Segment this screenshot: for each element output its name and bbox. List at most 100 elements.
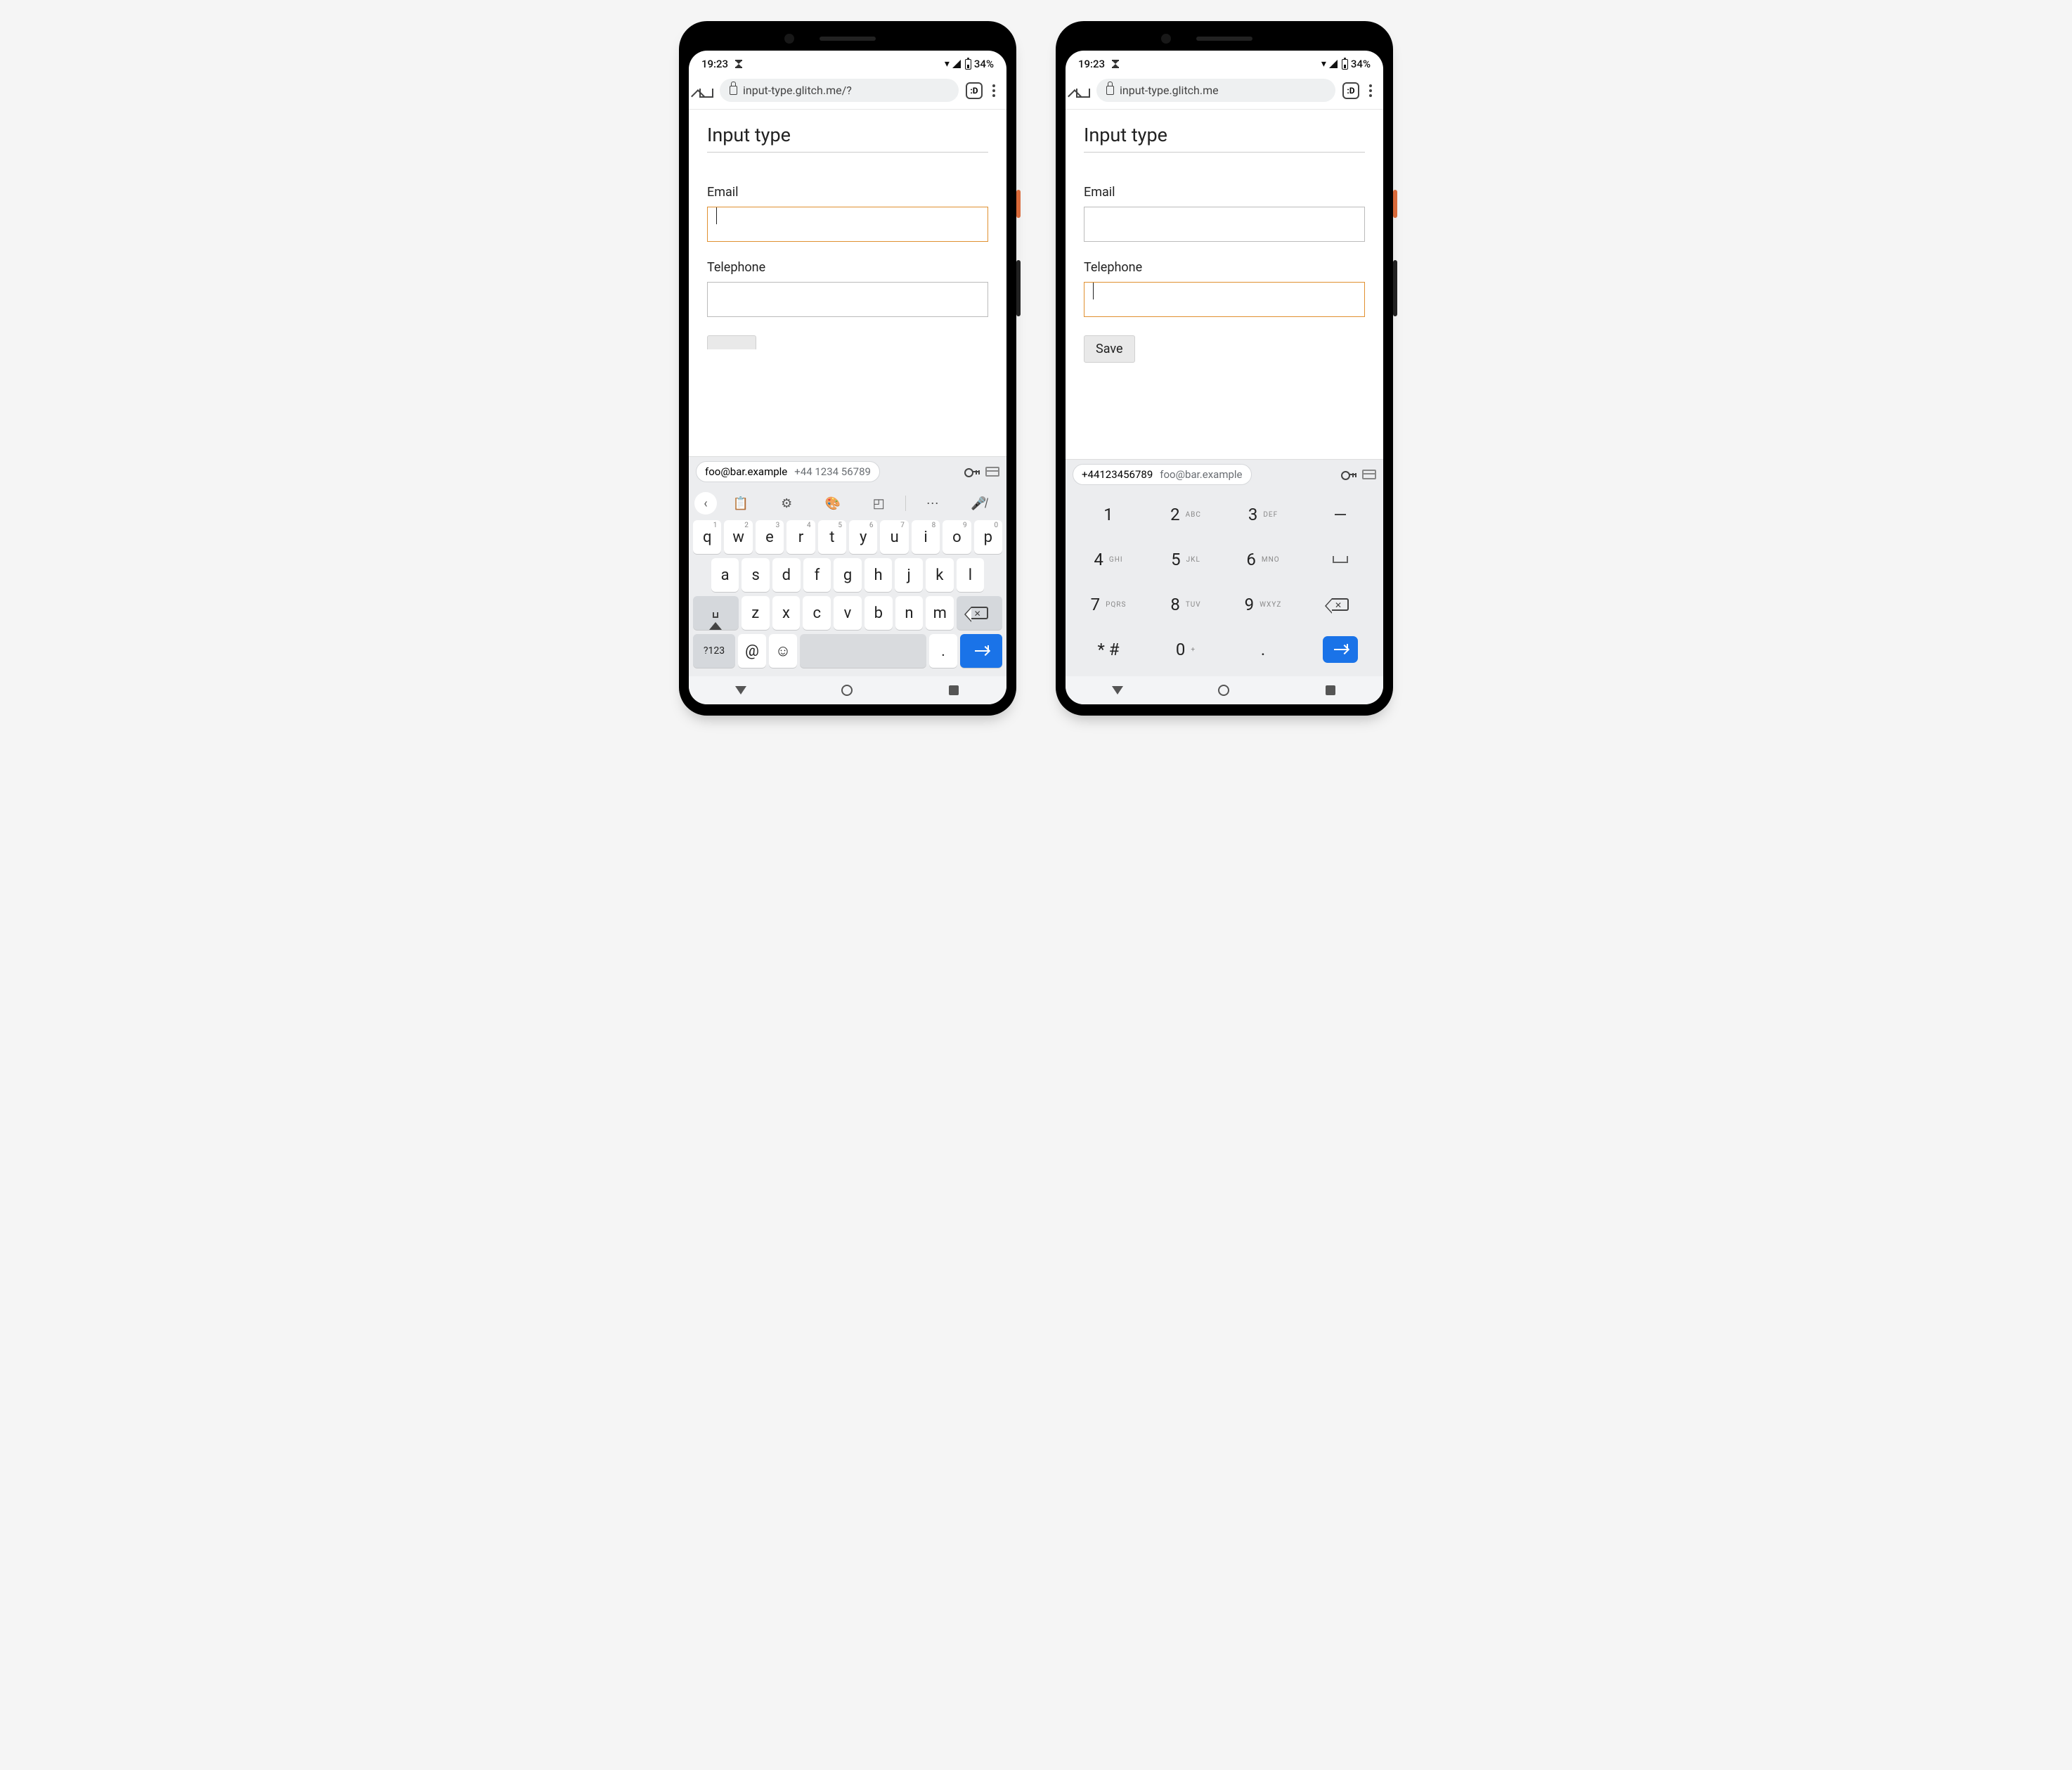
nav-recents-icon[interactable] bbox=[1326, 685, 1335, 695]
key-a[interactable]: a bbox=[711, 558, 739, 592]
numeric-keypad: 12ABC3DEF 4GHI5JKL6MNO 7PQRS8TUV9WXYZ✕ * #0… bbox=[1066, 489, 1383, 676]
nav-home-icon[interactable] bbox=[841, 685, 853, 696]
payment-card-icon[interactable] bbox=[985, 467, 999, 477]
battery-icon bbox=[1342, 59, 1348, 70]
numkey-5[interactable]: 5JKL bbox=[1147, 537, 1224, 582]
numkey-1[interactable]: 1 bbox=[1070, 492, 1147, 537]
autofill-phone: +44123456789 bbox=[1082, 468, 1153, 481]
symbols-key[interactable]: ?123 bbox=[693, 634, 735, 668]
key-y[interactable]: y6 bbox=[849, 520, 877, 554]
numkey-2[interactable]: 2ABC bbox=[1147, 492, 1224, 537]
autofill-suggestion[interactable]: foo@bar.example +44 1234 56789 bbox=[696, 461, 880, 482]
autofill-suggestion[interactable]: +44123456789 foo@bar.example bbox=[1073, 464, 1252, 485]
numkey-[interactable]: * # bbox=[1070, 627, 1147, 672]
nav-back-icon[interactable] bbox=[735, 686, 746, 695]
numkey-space[interactable] bbox=[1302, 537, 1379, 582]
home-icon[interactable] bbox=[1074, 83, 1089, 98]
theme-icon[interactable]: 🎨 bbox=[810, 492, 855, 515]
nav-home-icon[interactable] bbox=[1218, 685, 1229, 696]
tab-switcher[interactable]: :D bbox=[966, 82, 983, 99]
key-n[interactable]: n bbox=[895, 596, 924, 630]
more-icon[interactable]: ⋯ bbox=[910, 492, 955, 515]
key-z[interactable]: z bbox=[742, 596, 770, 630]
home-icon[interactable] bbox=[697, 83, 713, 98]
email-field[interactable] bbox=[1084, 207, 1365, 242]
keyboard-back-icon[interactable]: ‹ bbox=[694, 492, 717, 515]
key-i[interactable]: i8 bbox=[912, 520, 940, 554]
battery-icon bbox=[965, 59, 971, 70]
password-key-icon[interactable] bbox=[964, 466, 980, 477]
key-u[interactable]: u7 bbox=[880, 520, 908, 554]
sticker-icon[interactable]: ◰ bbox=[857, 492, 902, 515]
space-key[interactable] bbox=[800, 634, 926, 668]
save-button[interactable]: Save bbox=[1084, 335, 1135, 363]
telephone-field[interactable] bbox=[707, 282, 988, 317]
hourglass-icon bbox=[1112, 60, 1119, 68]
numkey-6[interactable]: 6MNO bbox=[1224, 537, 1302, 582]
numkey-8[interactable]: 8TUV bbox=[1147, 582, 1224, 627]
backspace-key[interactable]: ✕ bbox=[1302, 582, 1379, 627]
key-g[interactable]: g bbox=[834, 558, 862, 592]
tab-switcher[interactable]: :D bbox=[1342, 82, 1359, 99]
save-button-partial[interactable] bbox=[707, 335, 756, 349]
payment-card-icon[interactable] bbox=[1362, 470, 1376, 479]
emoji-key[interactable]: ☺ bbox=[769, 634, 797, 668]
autofill-email: foo@bar.example bbox=[1160, 468, 1242, 481]
mic-off-icon[interactable]: 🎤̸ bbox=[957, 492, 1002, 515]
phone-camera bbox=[784, 34, 794, 44]
key-s[interactable]: s bbox=[742, 558, 770, 592]
wifi-icon: ▾ bbox=[945, 59, 950, 69]
key-o[interactable]: o9 bbox=[943, 520, 971, 554]
numkey-[interactable]: . bbox=[1224, 627, 1302, 672]
status-bar: 19:23 ▾ 34% bbox=[1066, 51, 1383, 73]
password-key-icon[interactable] bbox=[1341, 469, 1356, 480]
key-l[interactable]: l bbox=[957, 558, 985, 592]
omnibox[interactable]: input-type.glitch.me/? bbox=[720, 79, 959, 102]
key-d[interactable]: d bbox=[772, 558, 801, 592]
numkey-dash[interactable] bbox=[1302, 492, 1379, 537]
telephone-label: Telephone bbox=[1084, 260, 1365, 275]
key-v[interactable]: v bbox=[834, 596, 862, 630]
key-h[interactable]: h bbox=[865, 558, 893, 592]
key-e[interactable]: e3 bbox=[756, 520, 784, 554]
phone-speaker bbox=[1196, 37, 1252, 41]
numkey-9[interactable]: 9WXYZ bbox=[1224, 582, 1302, 627]
page-title: Input type bbox=[1084, 124, 1365, 153]
key-t[interactable]: t5 bbox=[818, 520, 846, 554]
key-x[interactable]: x bbox=[772, 596, 801, 630]
menu-icon[interactable] bbox=[1366, 84, 1375, 97]
numkey-3[interactable]: 3DEF bbox=[1224, 492, 1302, 537]
telephone-field[interactable] bbox=[1084, 282, 1365, 317]
key-b[interactable]: b bbox=[865, 596, 893, 630]
settings-icon[interactable]: ⚙ bbox=[765, 492, 810, 515]
backspace-key[interactable]: ✕ bbox=[957, 596, 1002, 630]
signal-icon bbox=[952, 60, 961, 68]
shift-key[interactable] bbox=[693, 596, 739, 630]
key-q[interactable]: q1 bbox=[693, 520, 721, 554]
period-key[interactable]: . bbox=[929, 634, 957, 668]
key-w[interactable]: w2 bbox=[724, 520, 752, 554]
enter-key[interactable] bbox=[1302, 627, 1379, 672]
menu-icon[interactable] bbox=[990, 84, 998, 97]
url-text: input-type.glitch.me bbox=[1120, 84, 1219, 97]
key-p[interactable]: p0 bbox=[974, 520, 1002, 554]
nav-back-icon[interactable] bbox=[1112, 686, 1123, 695]
numkey-7[interactable]: 7PQRS bbox=[1070, 582, 1147, 627]
email-field[interactable] bbox=[707, 207, 988, 242]
key-c[interactable]: c bbox=[803, 596, 831, 630]
key-r[interactable]: r4 bbox=[786, 520, 815, 554]
key-f[interactable]: f bbox=[803, 558, 831, 592]
page-content: Input type Email Telephone bbox=[689, 110, 1006, 456]
key-j[interactable]: j bbox=[895, 558, 923, 592]
omnibox[interactable]: input-type.glitch.me bbox=[1096, 79, 1335, 102]
key-k[interactable]: k bbox=[926, 558, 954, 592]
nav-recents-icon[interactable] bbox=[949, 685, 959, 695]
at-key[interactable]: @ bbox=[738, 634, 766, 668]
numkey-4[interactable]: 4GHI bbox=[1070, 537, 1147, 582]
numkey-0[interactable]: 0+ bbox=[1147, 627, 1224, 672]
key-m[interactable]: m bbox=[926, 596, 954, 630]
qwerty-keyboard: ‹ 📋 ⚙ 🎨 ◰ ⋯ 🎤̸ q1w2e3r4t5y6u7i8o9p0 asdf… bbox=[689, 486, 1006, 676]
phone-mockup-email: 19:23 ▾ 34% input-type.glitch.me/? :D In… bbox=[679, 21, 1016, 716]
enter-key[interactable] bbox=[960, 634, 1002, 668]
clipboard-icon[interactable]: 📋 bbox=[718, 492, 763, 515]
